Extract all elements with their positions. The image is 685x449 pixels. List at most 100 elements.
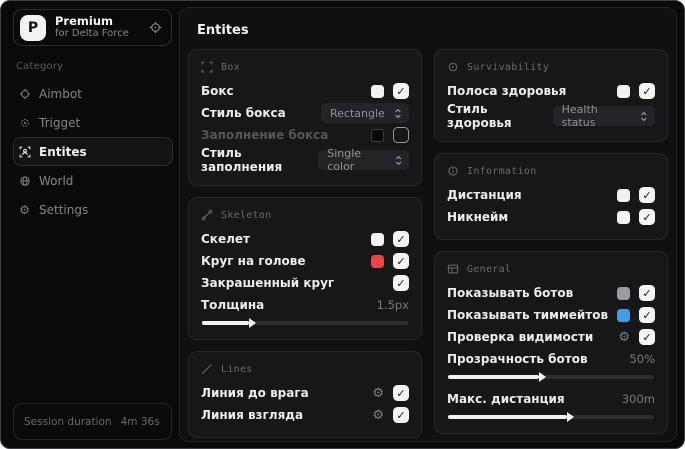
sidebar-item-aimbot[interactable]: Aimbot <box>13 79 173 108</box>
checkbox[interactable]: ✓ <box>393 407 409 423</box>
sidebar-item-world[interactable]: World <box>13 166 173 195</box>
checkbox[interactable]: ✓ <box>639 285 655 301</box>
check-icon: ✓ <box>642 286 652 300</box>
setting-row-health-bar: Полоса здоровья ✓ <box>447 80 655 102</box>
setting-row-health-style: Стиль здоровья Health status <box>447 102 655 130</box>
app-logo: P <box>20 14 46 41</box>
app-subtitle: for Delta Force <box>55 28 129 40</box>
max-distance-slider[interactable] <box>448 412 654 422</box>
check-icon: ✓ <box>396 276 406 290</box>
card-information: Information Дистанция ✓ Никнейм ✓ <box>434 153 668 240</box>
setting-row-box-fill: Заполнение бокса ✓ <box>201 124 409 146</box>
checkbox[interactable]: ✓ <box>393 385 409 401</box>
setting-row-head-circle: Круг на голове ✓ <box>201 250 409 272</box>
gear-icon[interactable]: ⚙ <box>618 331 630 344</box>
card-title: General <box>467 263 512 275</box>
color-swatch[interactable] <box>617 210 630 224</box>
checkbox[interactable]: ✓ <box>639 329 655 345</box>
card-title: Information <box>467 165 537 177</box>
color-swatch[interactable] <box>617 84 630 98</box>
checkbox[interactable]: ✓ <box>393 275 409 291</box>
card-skeleton: Skeleton Скелет ✓ Круг на голове ✓ Закра… <box>188 197 422 340</box>
gear-icon[interactable]: ⚙ <box>372 409 384 422</box>
checkbox[interactable]: ✓ <box>639 209 655 225</box>
slider-fill <box>448 372 546 382</box>
check-icon: ✓ <box>396 254 406 268</box>
setting-row-show-bots: Показывать ботов ✓ <box>447 282 655 304</box>
setting-row-max-distance: Макс. дистанция 300m <box>447 392 655 406</box>
category-label: Category <box>16 61 64 72</box>
setting-row-bot-opacity: Прозрачность ботов 50% <box>447 352 655 366</box>
slider-fill <box>448 412 575 422</box>
app-title: Premium <box>55 14 113 29</box>
setting-row-skeleton: Скелет ✓ <box>201 228 409 250</box>
health-style-dropdown[interactable]: Health status <box>552 103 655 129</box>
sidebar-item-label: Trigget <box>39 115 81 130</box>
entities-icon <box>18 146 31 158</box>
setting-row-vision-line: Линия взгляда ⚙ ✓ <box>201 404 409 426</box>
slider-value: 300m <box>621 392 655 406</box>
fill-style-dropdown[interactable]: Single color <box>318 147 409 173</box>
grid-icon <box>447 263 459 275</box>
check-icon: ✓ <box>396 232 406 246</box>
check-icon: ✓ <box>642 84 652 98</box>
color-swatch[interactable] <box>371 254 384 268</box>
color-swatch[interactable] <box>617 308 630 322</box>
setting-row-nickname: Никнейм ✓ <box>447 206 655 228</box>
globe-icon <box>18 175 31 187</box>
main-panel: Entites Box Бокс ✓ Стиль бокса Rectangle… <box>179 7 677 442</box>
page-title: Entites <box>197 23 249 38</box>
bot-opacity-slider[interactable] <box>448 372 654 382</box>
target-icon[interactable] <box>149 21 162 34</box>
thickness-slider[interactable] <box>202 318 408 328</box>
card-lines: Lines Линия до врага ⚙ ✓ Линия взгляда ⚙ <box>188 351 422 438</box>
gear-icon: ⚙ <box>19 202 30 217</box>
sidebar-item-label: Aimbot <box>39 86 82 101</box>
setting-row-filled-circle: Закрашенный круг ✓ <box>201 272 409 294</box>
color-swatch[interactable] <box>617 286 630 300</box>
card-general: General Показывать ботов ✓ Показывать ти… <box>434 251 668 434</box>
check-icon: ✓ <box>642 210 652 224</box>
setting-row-distance: Дистанция ✓ <box>447 184 655 206</box>
checkbox[interactable]: ✓ <box>393 127 409 143</box>
sidebar-item-label: Settings <box>39 202 89 217</box>
check-icon: ✓ <box>396 408 406 422</box>
check-icon: ✓ <box>642 308 652 322</box>
checkbox[interactable]: ✓ <box>393 253 409 269</box>
setting-row-box-style: Стиль бокса Rectangle <box>201 102 409 124</box>
gear-icon[interactable]: ⚙ <box>372 387 384 400</box>
setting-row-visibility-check: Проверка видимости ⚙ ✓ <box>447 326 655 348</box>
slider-value: 50% <box>629 352 655 366</box>
card-box: Box Бокс ✓ Стиль бокса Rectangle Заполне… <box>188 49 422 186</box>
card-title: Survivability <box>467 61 550 73</box>
checkbox[interactable]: ✓ <box>393 83 409 99</box>
color-swatch[interactable] <box>371 232 384 246</box>
check-icon: ✓ <box>396 84 406 98</box>
sort-arrows-icon <box>641 111 647 121</box>
crosshair-icon <box>18 88 31 100</box>
sidebar-item-settings[interactable]: ⚙ Settings <box>13 195 173 224</box>
check-icon: ✓ <box>642 188 652 202</box>
checkbox[interactable]: ✓ <box>639 307 655 323</box>
bone-icon <box>201 209 213 221</box>
box-style-dropdown[interactable]: Rectangle <box>321 103 409 123</box>
check-icon: ✓ <box>396 386 406 400</box>
color-swatch[interactable] <box>371 84 384 98</box>
checkbox[interactable]: ✓ <box>393 231 409 247</box>
info-icon <box>447 165 459 177</box>
logo-card: P Premium for Delta Force <box>13 9 172 46</box>
checkbox[interactable]: ✓ <box>639 83 655 99</box>
bounding-box-icon <box>201 61 213 73</box>
sidebar-item-entites[interactable]: Entites <box>13 137 173 166</box>
sidebar-item-trigget[interactable]: Trigget <box>13 108 173 137</box>
trigger-icon <box>18 117 31 129</box>
card-title: Skeleton <box>221 209 272 221</box>
sort-arrows-icon <box>395 108 401 118</box>
survivability-icon <box>447 61 459 73</box>
sidebar-nav: Aimbot Trigget Entites World ⚙ Settings <box>13 79 173 224</box>
slider-fill <box>202 318 257 328</box>
color-swatch[interactable] <box>371 128 384 142</box>
checkbox[interactable]: ✓ <box>639 187 655 203</box>
session-label: Session duration <box>24 415 112 428</box>
color-swatch[interactable] <box>617 188 630 202</box>
